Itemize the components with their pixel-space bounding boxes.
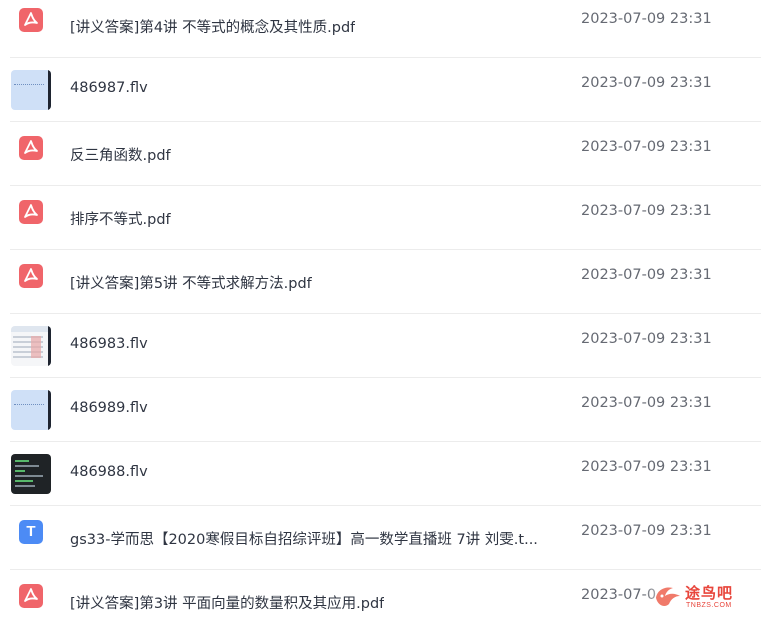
pdf-icon	[19, 264, 43, 288]
file-row[interactable]: 486983.flv 2023-07-09 23:31	[10, 314, 761, 378]
file-date: 2023-07-09 23:31	[581, 11, 712, 27]
file-name[interactable]: gs33-学而思【2020寒假目标自招综评班】高一数学直播班 7讲 刘雯.t..…	[70, 528, 538, 549]
file-row[interactable]: 486989.flv 2023-07-09 23:31	[10, 378, 761, 442]
video-thumbnail-icon	[11, 70, 51, 110]
file-name[interactable]: 排序不等式.pdf	[70, 208, 171, 229]
pdf-icon	[19, 136, 43, 160]
file-row[interactable]: [讲义答案]第4讲 不等式的概念及其性质.pdf 2023-07-09 23:3…	[10, 0, 761, 58]
file-date: 2023-07-09 23:31	[581, 331, 712, 347]
file-row[interactable]: T gs33-学而思【2020寒假目标自招综评班】高一数学直播班 7讲 刘雯.t…	[10, 506, 761, 570]
file-row[interactable]: [讲义答案]第3讲 平面向量的数量积及其应用.pdf 2023-07-0	[10, 570, 761, 620]
file-name[interactable]: [讲义答案]第3讲 平面向量的数量积及其应用.pdf	[70, 592, 384, 613]
file-name[interactable]: [讲义答案]第5讲 不等式求解方法.pdf	[70, 272, 312, 293]
file-name[interactable]: 反三角函数.pdf	[70, 144, 171, 165]
file-date: 2023-07-09 23:31	[581, 395, 712, 411]
file-date: 2023-07-09 23:31	[581, 459, 712, 475]
file-row[interactable]: 486988.flv 2023-07-09 23:31	[10, 442, 761, 506]
file-name[interactable]: 486988.flv	[70, 464, 148, 480]
file-row[interactable]: 486987.flv 2023-07-09 23:31	[10, 58, 761, 122]
file-date: 2023-07-09 23:31	[581, 523, 712, 539]
text-file-icon: T	[19, 520, 43, 544]
video-thumbnail-icon	[11, 390, 51, 430]
pdf-icon	[19, 584, 43, 608]
file-date: 2023-07-09 23:31	[581, 203, 712, 219]
file-name[interactable]: [讲义答案]第4讲 不等式的概念及其性质.pdf	[70, 16, 355, 37]
file-name[interactable]: 486987.flv	[70, 80, 148, 96]
file-date: 2023-07-09 23:31	[581, 75, 712, 91]
pdf-icon	[19, 8, 43, 32]
video-thumbnail-icon	[11, 454, 51, 494]
file-date: 2023-07-0	[581, 587, 657, 603]
file-row[interactable]: [讲义答案]第5讲 不等式求解方法.pdf 2023-07-09 23:31	[10, 250, 761, 314]
pdf-icon	[19, 200, 43, 224]
file-row[interactable]: 排序不等式.pdf 2023-07-09 23:31	[10, 186, 761, 250]
file-name[interactable]: 486989.flv	[70, 400, 148, 416]
video-thumbnail-icon	[11, 326, 51, 366]
file-date: 2023-07-09 23:31	[581, 139, 712, 155]
file-row[interactable]: 反三角函数.pdf 2023-07-09 23:31	[10, 122, 761, 186]
file-date: 2023-07-09 23:31	[581, 267, 712, 283]
file-name[interactable]: 486983.flv	[70, 336, 148, 352]
